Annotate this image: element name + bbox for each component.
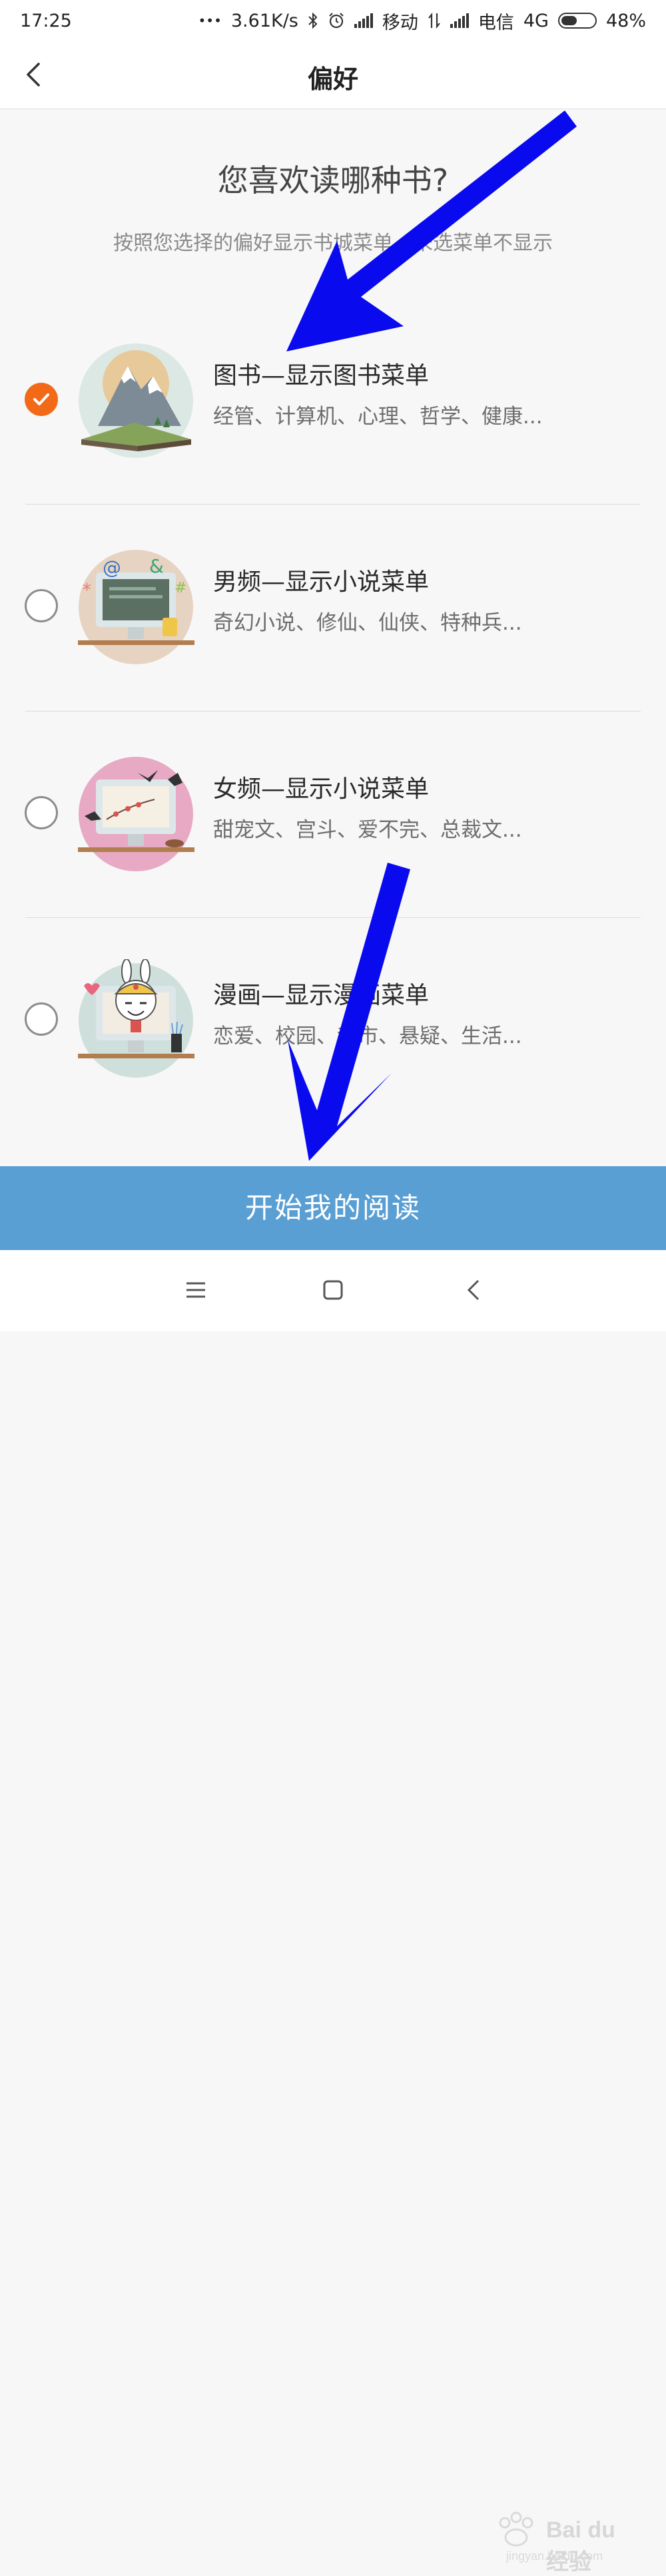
option-description: 恋爱、校园、都市、悬疑、生活... (213, 1024, 522, 1048)
option-comics[interactable]: 漫画—显示漫画菜单 恋爱、校园、都市、悬疑、生活... (0, 919, 666, 1126)
radio-unchecked-icon[interactable] (25, 1002, 58, 1036)
divider (25, 917, 641, 918)
status-bar: 17:25 ••• 3.61K/s 移动 电信 4G 48% (0, 0, 666, 41)
option-title: 女频—显示小说菜单 (213, 775, 430, 803)
system-nav-bar: Bai du 经验 jingyan.baidu.com (0, 1250, 666, 2575)
carrier1-label: 移动 (382, 12, 418, 33)
home-icon[interactable] (318, 1275, 348, 1305)
start-reading-button[interactable]: 开始我的阅读 (0, 1166, 666, 1250)
watermark-brand: Bai du 经验 (546, 2517, 615, 2575)
net-speed: 3.61K/s (230, 10, 298, 31)
option-title: 漫画—显示漫画菜单 (213, 982, 430, 1009)
option-male-novels[interactable]: @ & * # 男频—显示小说菜单 奇幻小说、修仙、仙侠、特种兵... (0, 506, 666, 712)
option-description: 奇幻小说、修仙、仙侠、特种兵... (213, 611, 522, 635)
carrier2-label: 电信 (478, 12, 514, 33)
baidu-watermark: Bai du 经验 jingyan.baidu.com (493, 2508, 633, 2575)
radio-checked-icon[interactable] (25, 383, 58, 416)
paw-logo-icon (499, 2511, 533, 2547)
checkmark-icon (33, 393, 49, 405)
radio-unchecked-icon[interactable] (25, 589, 58, 622)
alarm-icon (329, 13, 344, 29)
signal-icon (354, 13, 373, 28)
status-indicators: ••• 3.61K/s 移动 电信 4G 48% (198, 8, 646, 34)
question-heading: 您喜欢读哪种书? (217, 162, 449, 198)
data-icon (428, 12, 440, 29)
computer-swallows-icon (78, 757, 194, 871)
svg-text:@: @ (103, 556, 121, 578)
computer-symbols-icon: @ & * # (78, 550, 194, 664)
option-title: 图书—显示图书菜单 (213, 362, 430, 389)
status-time: 17:25 (20, 10, 72, 31)
back-nav-icon[interactable] (460, 1275, 489, 1305)
title-bar: 偏好 (0, 41, 666, 109)
option-title: 男频—显示小说菜单 (213, 568, 430, 596)
option-female-novels[interactable]: 女频—显示小说菜单 甜宠文、宫斗、爱不完、总裁文... (0, 713, 666, 919)
page-title: 偏好 (307, 65, 358, 94)
radio-unchecked-icon[interactable] (25, 796, 58, 829)
svg-text:#: # (174, 580, 186, 596)
question-subheading: 按照您选择的偏好显示书城菜单，未选菜单不显示 (113, 232, 553, 255)
svg-text:*: * (83, 580, 91, 600)
divider (25, 711, 641, 712)
bluetooth-icon (308, 12, 318, 29)
network-type: 4G (523, 10, 549, 31)
menu-icon[interactable] (181, 1275, 210, 1305)
computer-rabbit-icon (78, 959, 194, 1078)
battery-percent: 48% (605, 10, 646, 31)
books-mountain-icon (79, 343, 193, 458)
watermark-url: jingyan.baidu.com (506, 2549, 603, 2563)
divider (25, 504, 641, 505)
option-description: 经管、计算机、心理、哲学、健康... (213, 405, 543, 429)
option-description: 甜宠文、宫斗、爱不完、总裁文... (213, 818, 522, 842)
svg-text:&: & (149, 555, 164, 577)
battery-icon (557, 13, 597, 29)
status-dots: ••• (198, 13, 222, 29)
battery-fill (561, 16, 577, 25)
signal-icon (450, 13, 469, 28)
option-books[interactable]: 图书—显示图书菜单 经管、计算机、心理、哲学、健康... (0, 300, 666, 506)
